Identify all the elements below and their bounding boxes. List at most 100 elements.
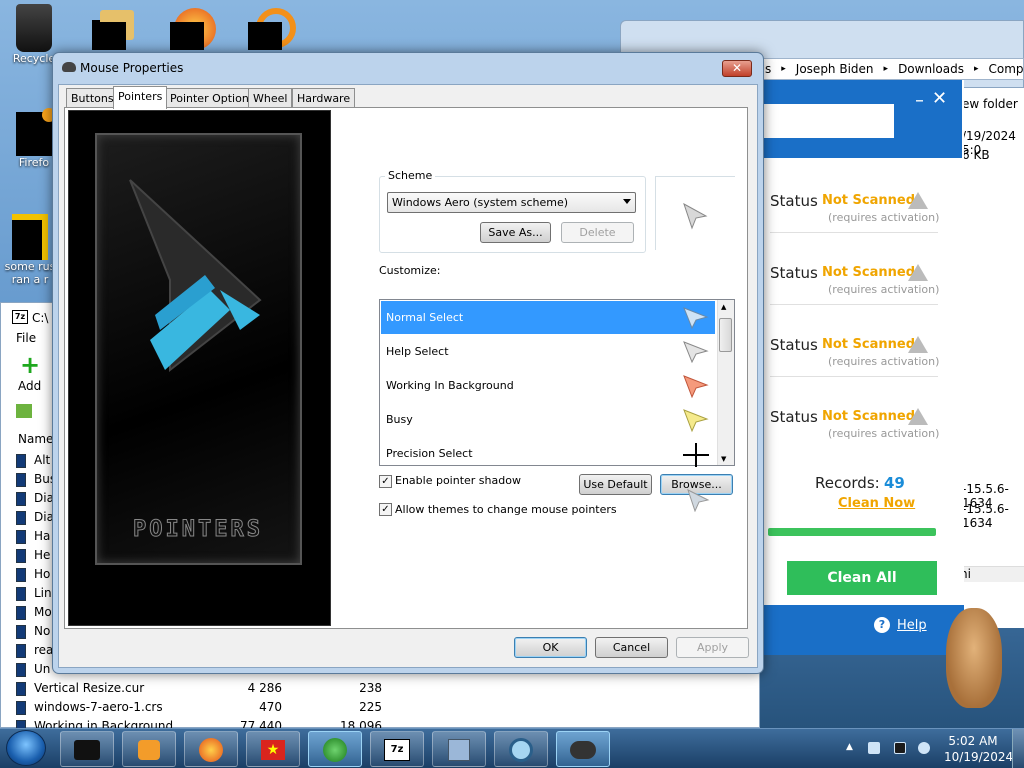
cleaner-search-box[interactable]: [764, 104, 894, 138]
redacted-cover: [170, 22, 204, 50]
scroll-down-icon[interactable]: ▼: [721, 455, 726, 463]
cleaner-close-button[interactable]: ✕: [932, 88, 947, 109]
file-name: Ho: [34, 567, 51, 581]
show-desktop-button[interactable]: [1012, 729, 1024, 768]
monitor-tray-icon[interactable]: [894, 742, 906, 754]
file-name: Lin: [34, 586, 52, 600]
list-item[interactable]: Working In Background: [381, 369, 715, 402]
hamster-gadget[interactable]: [946, 608, 1002, 708]
ok-button[interactable]: OK: [514, 637, 587, 658]
file-name: Working in Background: [34, 719, 174, 728]
file-icon: [16, 663, 26, 677]
tab-pointers[interactable]: Pointers: [113, 86, 168, 109]
file-icon: [16, 587, 26, 601]
packed-size: 225: [359, 700, 382, 714]
records-label: Records:: [815, 474, 880, 492]
add-button-label[interactable]: Add: [18, 379, 41, 393]
help-link[interactable]: Help: [897, 618, 927, 633]
status-row: Status Not Scanned (requires activation): [770, 336, 940, 380]
chevron-down-icon: [623, 199, 631, 204]
clock-date: 10/19/2024: [944, 750, 1014, 764]
control-panel-icon[interactable]: [432, 731, 486, 767]
allow-themes-checkbox[interactable]: ✓: [379, 503, 392, 516]
warning-icon: [908, 264, 928, 281]
cleaner-minimize-button[interactable]: _: [916, 86, 923, 102]
list-item[interactable]: Help Select: [381, 335, 715, 368]
redacted-cover: [248, 22, 282, 50]
crosshair-cursor-icon: [683, 443, 709, 467]
list-item-label: Normal Select: [386, 311, 464, 324]
network-tray-icon[interactable]: [868, 742, 880, 754]
arrow-cursor-icon: [683, 202, 708, 230]
show-hidden-icons-icon[interactable]: ▲: [846, 742, 853, 752]
firefox-taskbar-icon[interactable]: [184, 731, 238, 767]
table-row[interactable]: windows-7-aero-1.crs 470 225: [16, 699, 756, 717]
save-as-button[interactable]: Save As...: [480, 222, 551, 243]
clock[interactable]: 5:02 AM 10/19/2024: [944, 733, 1014, 765]
column-header[interactable]: ni: [958, 566, 1024, 582]
busy-cursor-icon: [683, 409, 709, 433]
dialog-title: Mouse Properties: [80, 61, 184, 75]
flag-app-icon[interactable]: ★: [246, 731, 300, 767]
cancel-button[interactable]: Cancel: [595, 637, 668, 658]
text-file-label: some rus: [4, 260, 56, 273]
file-icon: [16, 606, 26, 620]
clean-all-button[interactable]: Clean All: [787, 561, 937, 595]
packed-size: 238: [359, 681, 382, 695]
breadcrumb-item[interactable]: s: [765, 62, 771, 76]
delete-button[interactable]: Delete: [561, 222, 634, 243]
file-icon: [16, 530, 26, 544]
download-manager-icon[interactable]: [308, 731, 362, 767]
tab-wheel[interactable]: Wheel: [248, 88, 293, 108]
clean-now-link[interactable]: Clean Now: [838, 496, 915, 511]
file-icon: [16, 720, 26, 728]
mouse-icon: [62, 62, 76, 72]
breadcrumb-item[interactable]: Downloads: [898, 62, 964, 76]
enable-shadow-label: Enable pointer shadow: [395, 474, 521, 487]
file-icon: [16, 644, 26, 658]
up-folder-icon[interactable]: [16, 404, 32, 418]
list-item[interactable]: Normal Select: [381, 301, 715, 334]
file-name[interactable]: -15.5.6-1634: [962, 502, 1024, 530]
status-label: Status: [770, 264, 818, 282]
breadcrumb-item[interactable]: Joseph Biden: [796, 62, 874, 76]
file-name: He: [34, 548, 51, 562]
list-item-label: Working In Background: [386, 379, 514, 392]
breadcrumb-item[interactable]: Compresse: [989, 62, 1024, 76]
scroll-up-icon[interactable]: ▲: [721, 303, 726, 311]
file-icon: [16, 511, 26, 525]
column-header-name[interactable]: Name: [12, 430, 56, 448]
tab-buttons[interactable]: Buttons: [66, 88, 119, 108]
recycle-bin-taskbar-icon[interactable]: [60, 731, 114, 767]
enable-shadow-checkbox[interactable]: ✓: [379, 475, 392, 488]
table-row[interactable]: Vertical Resize.cur 4 286 238: [16, 680, 756, 698]
list-item-label: Busy: [386, 413, 413, 426]
new-folder-button[interactable]: ew folder: [962, 97, 1018, 111]
warning-icon: [908, 408, 928, 425]
menu-file[interactable]: File: [16, 331, 36, 345]
mouse-taskbar-icon[interactable]: [556, 731, 610, 767]
use-default-button[interactable]: Use Default: [579, 474, 652, 495]
tab-pointer-options[interactable]: Pointer Options: [165, 88, 260, 108]
7zip-taskbar-icon[interactable]: 7z: [370, 731, 424, 767]
list-item[interactable]: Busy: [381, 403, 715, 436]
add-icon[interactable]: +: [20, 353, 40, 377]
tab-hardware[interactable]: Hardware: [292, 88, 356, 108]
file-name: rea: [34, 643, 54, 657]
media-player-icon[interactable]: [122, 731, 176, 767]
status-value: Not Scanned: [822, 409, 916, 424]
breadcrumb[interactable]: s▸ Joseph Biden▸ Downloads▸ Compresse: [760, 58, 1024, 80]
file-size: 470: [259, 700, 282, 714]
status-row: Status Not Scanned (requires activation): [770, 408, 940, 452]
text-file-desktop-icon[interactable]: some rus ran a r: [0, 214, 60, 286]
scheme-select[interactable]: Windows Aero (system scheme): [387, 192, 636, 213]
apply-button[interactable]: Apply: [676, 637, 749, 658]
table-row[interactable]: Working in Background 77 440 18 096: [16, 718, 756, 728]
scrollbar-thumb[interactable]: [719, 318, 732, 352]
help-icon[interactable]: ?: [874, 617, 890, 633]
volume-tray-icon[interactable]: [918, 742, 930, 754]
close-button[interactable]: ✕: [722, 60, 752, 77]
start-button[interactable]: [6, 730, 46, 766]
speedometer-icon[interactable]: [494, 731, 548, 767]
list-item[interactable]: Precision Select: [381, 437, 715, 467]
